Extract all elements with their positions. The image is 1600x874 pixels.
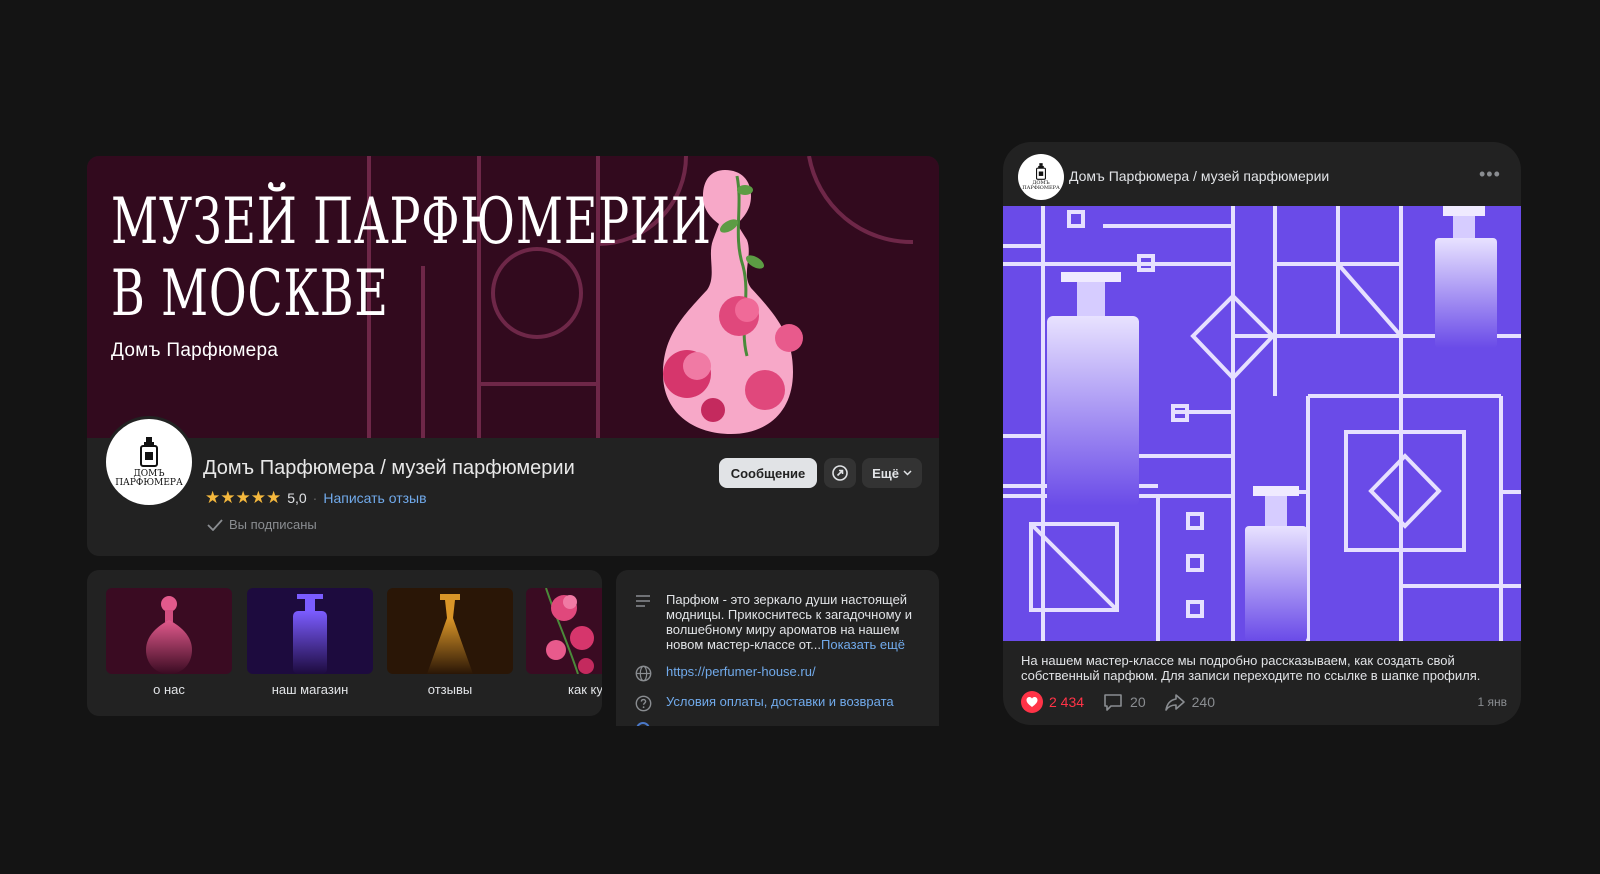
comment-bubble-icon: [1104, 694, 1122, 711]
highlight-reviews[interactable]: отзывы: [387, 588, 513, 697]
community-name: Домъ Парфюмера / музей парфюмерии: [203, 457, 575, 479]
rating-value: 5,0: [287, 490, 307, 506]
highlight-label: о нас: [153, 682, 185, 697]
more-button-label: Ещё: [872, 465, 899, 481]
description-row: Парфюм - это зеркало души настоящей модн…: [634, 592, 916, 652]
perfume-bottle-flowers-illustration: [663, 170, 803, 434]
post-author-avatar[interactable]: ДОМЪ ПАРФЮМЕРА: [1018, 154, 1064, 200]
share-post-button[interactable]: 240: [1164, 691, 1215, 713]
conical-perfume-bottle-icon: [427, 594, 473, 674]
community-info-card: Парфюм - это зеркало души настоящей модн…: [616, 570, 939, 726]
geometric-bottles-illustration: [1003, 206, 1521, 641]
highlight-label: наш магазин: [271, 682, 349, 697]
next-info-icon: [636, 722, 650, 726]
wall-post-card: ДОМЪ ПАРФЮМЕРА Домъ Парфюмера / музей па…: [1003, 142, 1521, 725]
perfume-bottle-logo-icon: [140, 436, 158, 467]
terms-link[interactable]: Условия оплаты, доставки и возврата: [666, 694, 894, 712]
highlight-about[interactable]: о нас: [106, 588, 232, 697]
post-image[interactable]: [1003, 206, 1521, 641]
show-more-link[interactable]: Показать ещё: [821, 637, 905, 652]
website-row: https://perfumer-house.ru/: [634, 664, 816, 682]
subscription-status[interactable]: Вы подписаны: [207, 517, 317, 532]
terms-row: Условия оплаты, доставки и возврата: [634, 694, 894, 712]
avatar-logo-text: ДОМЪ ПАРФЮМЕРА: [1022, 180, 1060, 191]
square-perfume-bottle-icon: [293, 594, 327, 674]
post-author-name[interactable]: Домъ Парфюмера / музей парфюмерии: [1069, 168, 1329, 184]
highlight-thumbnail: [247, 588, 373, 674]
rating-separator: ·: [312, 490, 318, 506]
share-count: 240: [1191, 694, 1215, 710]
community-profile-card: МУЗЕЙ ПАРФЮМЕРИИ В МОСКВЕ Домъ Парфюмера: [87, 156, 939, 556]
cover-image: МУЗЕЙ ПАРФЮМЕРИИ В МОСКВЕ Домъ Парфюмера: [87, 156, 939, 438]
avatar-logo-text: ДОМЪ ПАРФЮМЕРА: [115, 468, 183, 488]
post-actions-bar: 2 434 20 240 1 янв: [1021, 691, 1507, 713]
share-arrow-icon: [832, 465, 848, 481]
like-button[interactable]: 2 434: [1021, 691, 1084, 713]
heart-icon: [1021, 691, 1043, 713]
post-date[interactable]: 1 янв: [1477, 695, 1507, 709]
rating-stars-icon: ★★★★★: [205, 488, 282, 507]
share-button[interactable]: [824, 458, 856, 488]
perfume-bottle-logo-icon: [1036, 163, 1046, 180]
round-perfume-bottle-icon: [146, 596, 192, 674]
question-circle-icon: [634, 694, 652, 712]
globe-icon: [634, 664, 652, 682]
rating-row: ★★★★★ 5,0 · Написать отзыв: [205, 488, 427, 508]
website-link[interactable]: https://perfumer-house.ru/: [666, 664, 816, 682]
highlight-thumbnail: [526, 588, 602, 674]
highlight-how-to-buy[interactable]: как куп: [526, 588, 602, 697]
post-menu-icon[interactable]: •••: [1479, 164, 1501, 185]
highlight-shop[interactable]: наш магазин: [247, 588, 373, 697]
text-lines-icon: [634, 592, 652, 610]
like-count: 2 434: [1049, 694, 1085, 710]
chevron-down-icon: [903, 468, 912, 479]
highlight-thumbnail: [106, 588, 232, 674]
checkmark-icon: [207, 518, 223, 531]
cover-brand-name: Домъ Парфюмера: [111, 340, 279, 361]
subscription-label: Вы подписаны: [229, 517, 317, 532]
flowers-icon: [545, 588, 594, 674]
message-button[interactable]: Сообщение: [719, 458, 817, 488]
highlight-thumbnail: [387, 588, 513, 674]
post-text: На нашем мастер-классе мы подробно расск…: [1021, 653, 1481, 683]
highlights-carousel: о нас наш магазин отзывы как ку: [87, 570, 602, 716]
write-review-link[interactable]: Написать отзыв: [323, 490, 426, 506]
more-actions-button[interactable]: Ещё: [862, 458, 922, 488]
community-avatar[interactable]: ДОМЪ ПАРФЮМЕРА: [103, 416, 195, 508]
highlight-label: как куп: [568, 682, 602, 697]
share-arrow-icon: [1164, 694, 1185, 711]
cover-title: МУЗЕЙ ПАРФЮМЕРИИ В МОСКВЕ: [111, 185, 712, 331]
comment-count: 20: [1130, 694, 1146, 710]
highlight-label: отзывы: [427, 682, 473, 697]
comment-button[interactable]: 20: [1102, 691, 1146, 713]
